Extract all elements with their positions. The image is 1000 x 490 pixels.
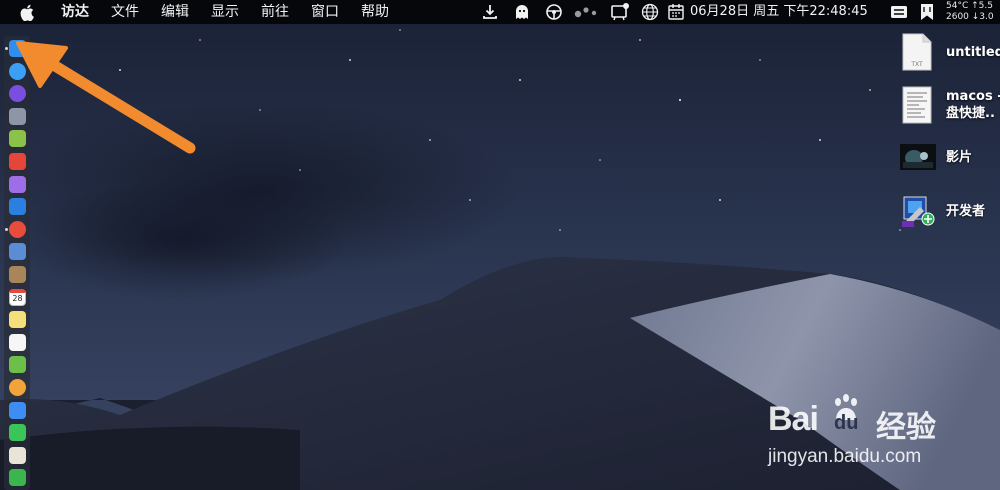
watermark-url: jingyan.baidu.com	[768, 446, 922, 467]
watermark-brand-right: 经验	[876, 410, 936, 445]
watermark-brand-mid: du	[834, 412, 859, 434]
watermark-brand-left: Bai	[768, 400, 819, 438]
baidu-watermark-logo: Bai du 经验	[768, 392, 978, 445]
